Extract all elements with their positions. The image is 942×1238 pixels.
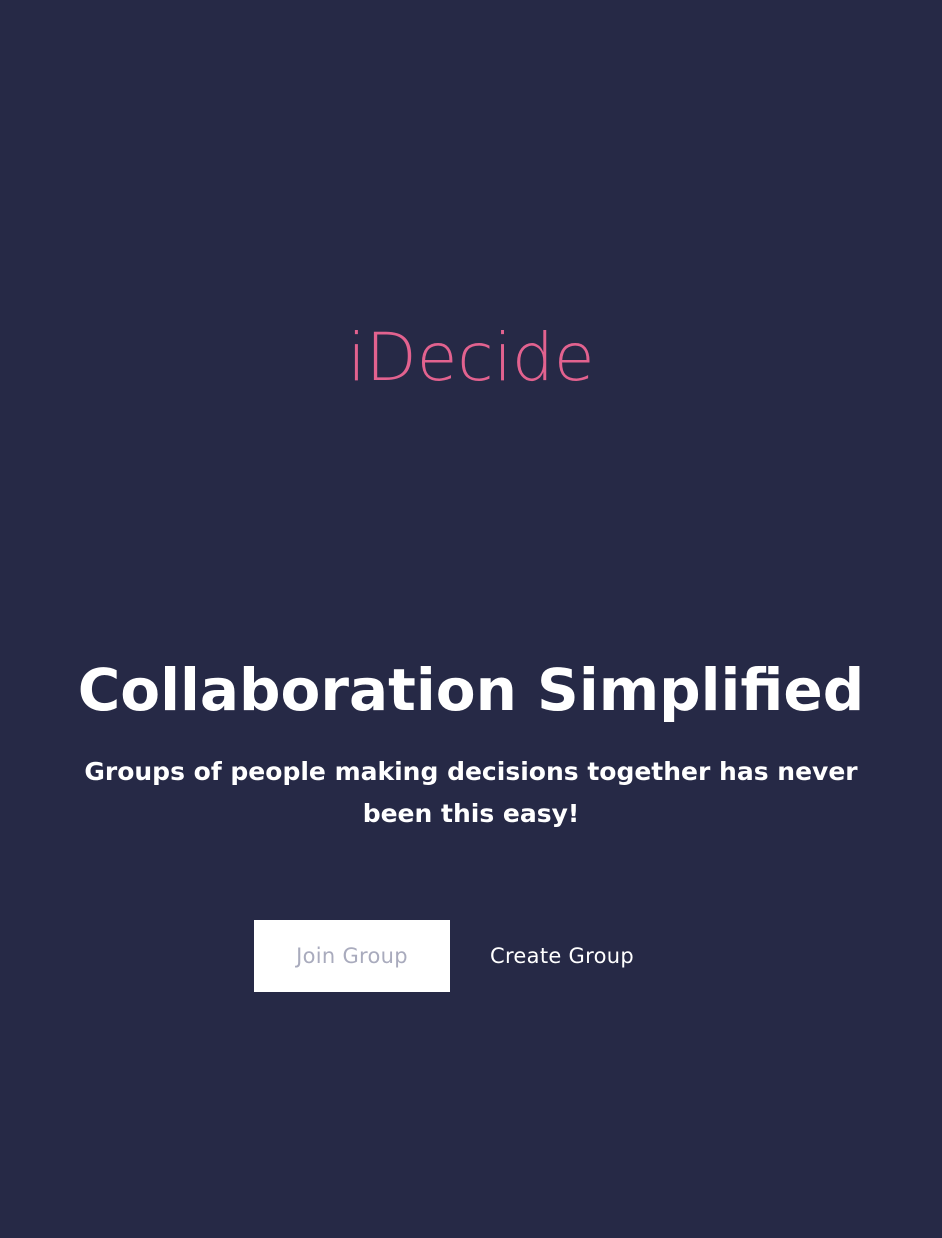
hero-subtitle: Groups of people making decisions togeth… — [84, 757, 858, 828]
hero-actions: Join Group Create Group — [254, 920, 634, 992]
hero-title: Collaboration Simplified — [77, 656, 865, 724]
app-logo: iDecide — [347, 319, 595, 396]
join-group-button[interactable]: Join Group — [254, 920, 450, 992]
landing-page: { "app": { "logo_text": "iDecide" }, "he… — [0, 0, 942, 1238]
create-group-button[interactable]: Create Group — [490, 920, 634, 992]
